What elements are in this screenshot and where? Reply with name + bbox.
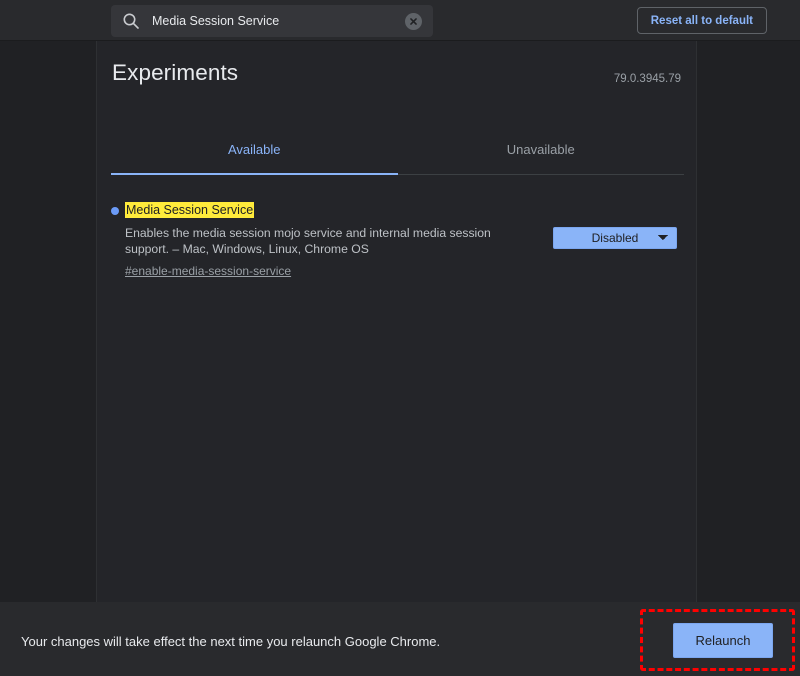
search-icon — [122, 12, 140, 30]
content-panel: Experiments 79.0.3945.79 Available Unava… — [96, 41, 697, 602]
experiment-row: Media Session Service Enables the media … — [111, 201, 684, 280]
flags-page: Reset all to default Experiments 79.0.39… — [0, 0, 800, 676]
chrome-version-label: 79.0.3945.79 — [614, 73, 681, 85]
experiment-state-select[interactable]: DefaultEnabledDisabled — [553, 227, 677, 249]
tab-bar: Available Unavailable — [111, 137, 684, 175]
search-input[interactable] — [152, 14, 405, 28]
page-title: Experiments — [112, 60, 238, 86]
clear-search-icon[interactable] — [405, 13, 422, 30]
experiment-title: Media Session Service — [125, 202, 254, 218]
reset-all-to-default-button[interactable]: Reset all to default — [637, 7, 767, 34]
relaunch-button[interactable]: Relaunch — [673, 623, 773, 658]
top-toolbar: Reset all to default — [0, 0, 800, 41]
tab-unavailable[interactable]: Unavailable — [398, 137, 685, 174]
experiment-control: DefaultEnabledDisabled — [553, 227, 677, 249]
modified-flag-dot-icon — [111, 207, 119, 215]
relaunch-notice: Your changes will take effect the next t… — [21, 634, 440, 649]
experiment-info: Media Session Service Enables the media … — [111, 201, 515, 280]
search-box[interactable] — [111, 5, 433, 37]
experiment-description: Enables the media session mojo service a… — [125, 226, 523, 257]
tab-available[interactable]: Available — [111, 137, 398, 174]
experiment-permalink[interactable]: #enable-media-session-service — [125, 264, 291, 278]
